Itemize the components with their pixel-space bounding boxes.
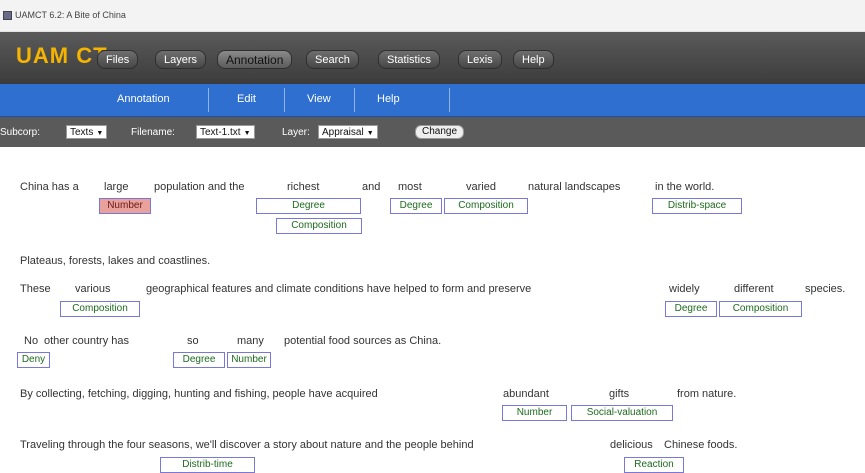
- text-segment: Chinese foods.: [664, 439, 738, 451]
- annotation-tag[interactable]: Degree: [256, 198, 361, 214]
- submenu-divider: [449, 88, 450, 112]
- annotation-tag[interactable]: Degree: [173, 352, 225, 368]
- text-segment: natural landscapes: [528, 181, 621, 193]
- annotation-tag[interactable]: Composition: [719, 301, 802, 317]
- layer-label: Layer:: [282, 127, 310, 138]
- annotated-word[interactable]: varied: [466, 181, 496, 193]
- annotation-tag[interactable]: Distrib-time: [160, 457, 255, 473]
- annotation-tag[interactable]: Degree: [390, 198, 442, 214]
- tab-files[interactable]: Files: [97, 50, 139, 69]
- tab-statistics[interactable]: Statistics: [378, 50, 441, 69]
- annotation-tag[interactable]: Number: [502, 405, 567, 421]
- filename-select[interactable]: Text-1.txt ▼: [196, 125, 255, 139]
- annotation-tag[interactable]: Number: [99, 198, 151, 214]
- annotated-word[interactable]: in the world.: [655, 181, 714, 193]
- text-segment: population and the: [154, 181, 245, 193]
- annotated-word[interactable]: most: [398, 181, 422, 193]
- chevron-down-icon: ▼: [243, 130, 251, 137]
- annotated-word[interactable]: large: [104, 181, 128, 193]
- submenu-view[interactable]: View: [307, 93, 331, 105]
- change-button[interactable]: Change: [415, 125, 465, 139]
- tab-layers[interactable]: Layers: [155, 50, 207, 69]
- annotated-word[interactable]: richest: [287, 181, 319, 193]
- submenu-divider: [208, 88, 209, 112]
- annotation-tag[interactable]: Composition: [60, 301, 140, 317]
- submenu-annotation[interactable]: Annotation: [117, 93, 170, 105]
- submenu-divider: [284, 88, 285, 112]
- subcorp-label: Subcorp:: [0, 127, 41, 138]
- annotation-text-area: China has a large population and the ric…: [0, 147, 865, 473]
- layer-value: Appraisal: [322, 127, 364, 138]
- submenu-edit[interactable]: Edit: [237, 93, 256, 105]
- text-segment: other country has: [44, 335, 129, 347]
- layer-select[interactable]: Appraisal ▼: [318, 125, 378, 139]
- text-segment: Traveling through the four seasons, we'l…: [20, 439, 474, 451]
- text-segment: By collecting, fetching, digging, huntin…: [20, 388, 378, 400]
- filename-label: Filename:: [131, 127, 175, 138]
- tab-search[interactable]: Search: [306, 50, 359, 69]
- subcorp-select[interactable]: Texts ▼: [66, 125, 108, 139]
- annotated-word[interactable]: gifts: [609, 388, 629, 400]
- text-segment: potential food sources as China.: [284, 335, 442, 347]
- tab-annotation[interactable]: Annotation: [217, 50, 293, 69]
- annotated-word[interactable]: many: [237, 335, 264, 347]
- annotation-tag[interactable]: Number: [227, 352, 271, 368]
- annotated-word[interactable]: abundant: [503, 388, 549, 400]
- annotation-tag[interactable]: Degree: [665, 301, 717, 317]
- text-segment: from nature.: [677, 388, 737, 400]
- corpus-selector-bar: Subcorp: Texts ▼ Filename: Text-1.txt ▼ La…: [0, 117, 865, 147]
- annotated-word[interactable]: so: [187, 335, 199, 347]
- window-titlebar: UAMCT 6.2: A Bite of China: [0, 0, 865, 32]
- annotation-tag[interactable]: Distrib-space: [652, 198, 742, 214]
- text-segment: and: [362, 181, 381, 193]
- tab-help[interactable]: Help: [513, 50, 554, 69]
- chevron-down-icon: ▼: [366, 130, 374, 137]
- chevron-down-icon: ▼: [96, 130, 104, 137]
- annotated-word[interactable]: different: [734, 283, 774, 295]
- window-title: UAMCT 6.2: A Bite of China: [15, 10, 126, 20]
- annotated-word[interactable]: No: [24, 335, 38, 347]
- annotation-tag[interactable]: Reaction: [624, 457, 684, 473]
- submenu-help[interactable]: Help: [377, 93, 400, 105]
- annotated-word[interactable]: delicious: [610, 439, 653, 451]
- text-segment: China has a: [20, 181, 79, 193]
- annotation-submenu: Annotation Edit View Help: [0, 84, 865, 117]
- annotated-word[interactable]: These: [20, 283, 51, 295]
- text-segment: Plateaus, forests, lakes and coastlines.: [20, 255, 211, 267]
- tab-lexis[interactable]: Lexis: [458, 50, 502, 69]
- annotation-tag[interactable]: Deny: [17, 352, 50, 368]
- annotated-word[interactable]: widely: [669, 283, 700, 295]
- text-segment: species.: [805, 283, 846, 295]
- text-segment: geographical features and climate condit…: [146, 283, 532, 295]
- annotation-tag[interactable]: Social-valuation: [571, 405, 673, 421]
- annotated-word[interactable]: various: [75, 283, 110, 295]
- app-icon: [3, 11, 12, 20]
- main-toolbar: UAM CT Files Layers Annotation Search St…: [0, 32, 865, 84]
- subcorp-value: Texts: [70, 127, 94, 138]
- submenu-divider: [354, 88, 355, 112]
- annotation-tag[interactable]: Composition: [276, 218, 362, 234]
- app-logo: UAM CT: [16, 43, 108, 68]
- filename-value: Text-1.txt: [200, 127, 241, 138]
- annotation-tag[interactable]: Composition: [444, 198, 528, 214]
